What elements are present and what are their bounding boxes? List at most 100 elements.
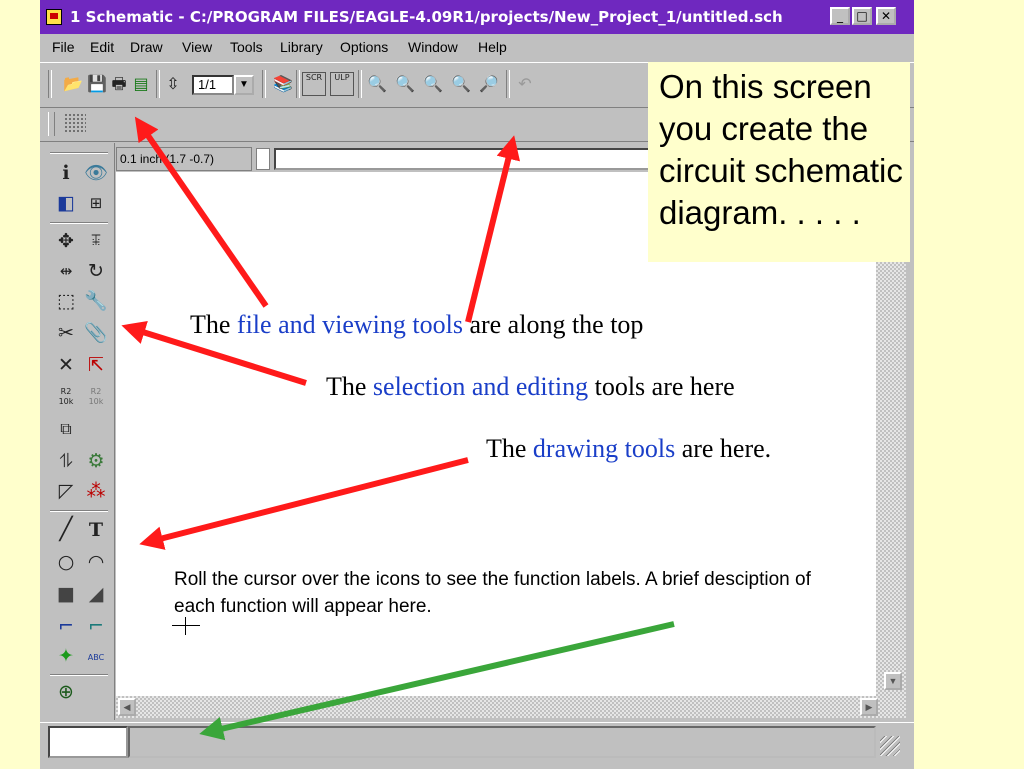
command-line-input[interactable] [274,148,650,170]
selection-tools-note-pre: The [326,372,373,401]
eagle-app-icon[interactable] [46,9,62,25]
undo-icon[interactable]: ↶ [514,73,536,95]
erc-icon[interactable]: ⊕ [54,680,78,704]
zoom-select-icon[interactable]: 🔎 [478,73,500,95]
selection-tools-note: The selection and editing tools are here [326,372,735,402]
status-message-field [128,726,876,758]
print-icon[interactable]: 🖶 [108,73,130,95]
cut-icon[interactable]: ✂ [54,321,78,345]
bus-icon[interactable]: ⌐ [54,614,78,638]
scroll-left-button[interactable]: ◀ [118,698,136,716]
save-icon[interactable]: 💾 [86,73,108,95]
chevron-down-icon[interactable]: ▼ [234,75,254,95]
name-tool-label: R2 [60,387,72,396]
toolbar-separator [156,70,160,98]
split-icon[interactable]: ⥮ [54,449,78,473]
rotate-icon[interactable]: ↻ [84,259,108,283]
script-icon[interactable]: SCR [302,72,326,96]
menu-options[interactable]: Options [340,34,388,60]
scroll-right-button[interactable]: ▶ [860,698,878,716]
arc-icon[interactable]: ◠ [84,550,108,574]
menu-draw[interactable]: Draw [130,34,163,60]
mark-icon[interactable]: ⊞ [84,191,108,215]
window-title: 1 Schematic - C:/PROGRAM FILES/EAGLE-4.0… [70,8,783,26]
file-tools-note-post: are along the top [462,310,644,339]
menu-tools[interactable]: Tools [230,34,263,60]
rectangle-icon[interactable]: ■ [54,582,78,606]
command-history-box[interactable] [256,148,270,170]
menu-file[interactable]: File [52,34,75,60]
toolbar-separator [262,70,266,98]
menu-bar: File Edit Draw View Tools Library Option… [40,34,914,60]
toolbar-grip[interactable] [48,112,55,136]
copy-icon[interactable]: ꔯ [84,229,108,253]
menu-edit[interactable]: Edit [90,34,114,60]
mirror-icon[interactable]: ⇹ [54,259,78,283]
open-folder-icon[interactable]: 📂 [62,73,84,95]
redraw-icon[interactable]: 🔍 [450,73,472,95]
hint-text: Roll the cursor over the icons to see th… [174,569,811,617]
text-icon[interactable]: T [84,518,108,542]
cam-processor-icon[interactable]: ▤ [130,73,152,95]
name-icon[interactable]: R2 10k [54,387,78,411]
menu-help[interactable]: Help [478,34,507,60]
file-tools-note: The file and viewing tools are along the… [190,310,643,340]
palette-separator [50,222,108,224]
menu-window[interactable]: Window [408,34,458,60]
delete-icon[interactable]: ✕ [54,353,78,377]
window-titlebar[interactable]: 1 Schematic - C:/PROGRAM FILES/EAGLE-4.0… [40,0,914,34]
pinswap-icon[interactable]: ⁂ [84,479,108,503]
use-library-icon[interactable]: 📚 [272,73,294,95]
value-icon[interactable]: R2 10k [84,387,108,411]
zoom-out-icon[interactable]: 🔍 [422,73,444,95]
net-icon[interactable]: ⌐ [84,614,108,638]
move-icon[interactable]: ✥ [54,229,78,253]
sheet-select[interactable]: 1/1 [192,75,234,95]
display-layers-icon[interactable]: ◧ [54,191,78,215]
show-icon[interactable]: 👁 [84,161,108,185]
paste-icon[interactable]: 📎 [84,321,108,345]
miter-icon[interactable]: ◸ [54,479,78,503]
change-icon[interactable]: 🔧 [84,289,108,313]
file-tools-note-pre: The [190,310,237,339]
drawing-tools-note-pre: The [486,434,533,463]
toolbar-separator [358,70,362,98]
value-tool-label: R2 [90,387,102,396]
palette-separator [50,510,108,512]
minimize-button[interactable]: _ [830,7,850,25]
invoke-icon[interactable]: ⚙ [84,449,108,473]
menu-view[interactable]: View [182,34,212,60]
horizontal-scrollbar[interactable] [116,696,906,718]
close-button[interactable]: ✕ [876,7,896,25]
drawing-tools-note-post: are here. [675,434,772,463]
wire-icon[interactable]: ╱ [54,518,78,542]
name-tool-sublabel: 10k [58,397,74,406]
scroll-down-button[interactable]: ▼ [884,672,902,690]
ulp-icon[interactable]: ULP [330,72,354,96]
toolbar-separator [296,70,300,98]
drawing-tools-note-highlight: drawing tools [532,434,676,463]
info-icon[interactable]: i [54,161,78,185]
junction-icon[interactable]: ✦ [54,644,78,668]
zoom-fit-icon[interactable]: 🔍 [366,73,388,95]
selection-tools-note-highlight: selection and editing [372,372,589,401]
circle-icon[interactable]: ○ [54,550,78,574]
polygon-icon[interactable]: ◢ [84,582,108,606]
crosshair-cursor [172,617,202,637]
smash-icon[interactable]: ⧉ [54,417,78,441]
add-icon[interactable]: ⇱ [84,353,108,377]
palette-grip [50,152,108,154]
label-icon[interactable]: ABC [84,646,108,670]
status-info-field [48,726,128,758]
palette-separator [50,674,108,676]
grid-icon[interactable] [64,113,86,133]
resize-grip[interactable] [880,736,900,756]
group-icon[interactable]: ⬚ [54,289,78,313]
zoom-in-icon[interactable]: 🔍 [394,73,416,95]
maximize-button[interactable]: □ [852,7,872,25]
file-tools-note-highlight: file and viewing tools [236,310,463,339]
toolbar-grip[interactable] [48,70,52,98]
toolbar-separator [506,70,510,98]
sheet-icon[interactable]: ⇳ [162,73,184,95]
menu-library[interactable]: Library [280,34,323,60]
